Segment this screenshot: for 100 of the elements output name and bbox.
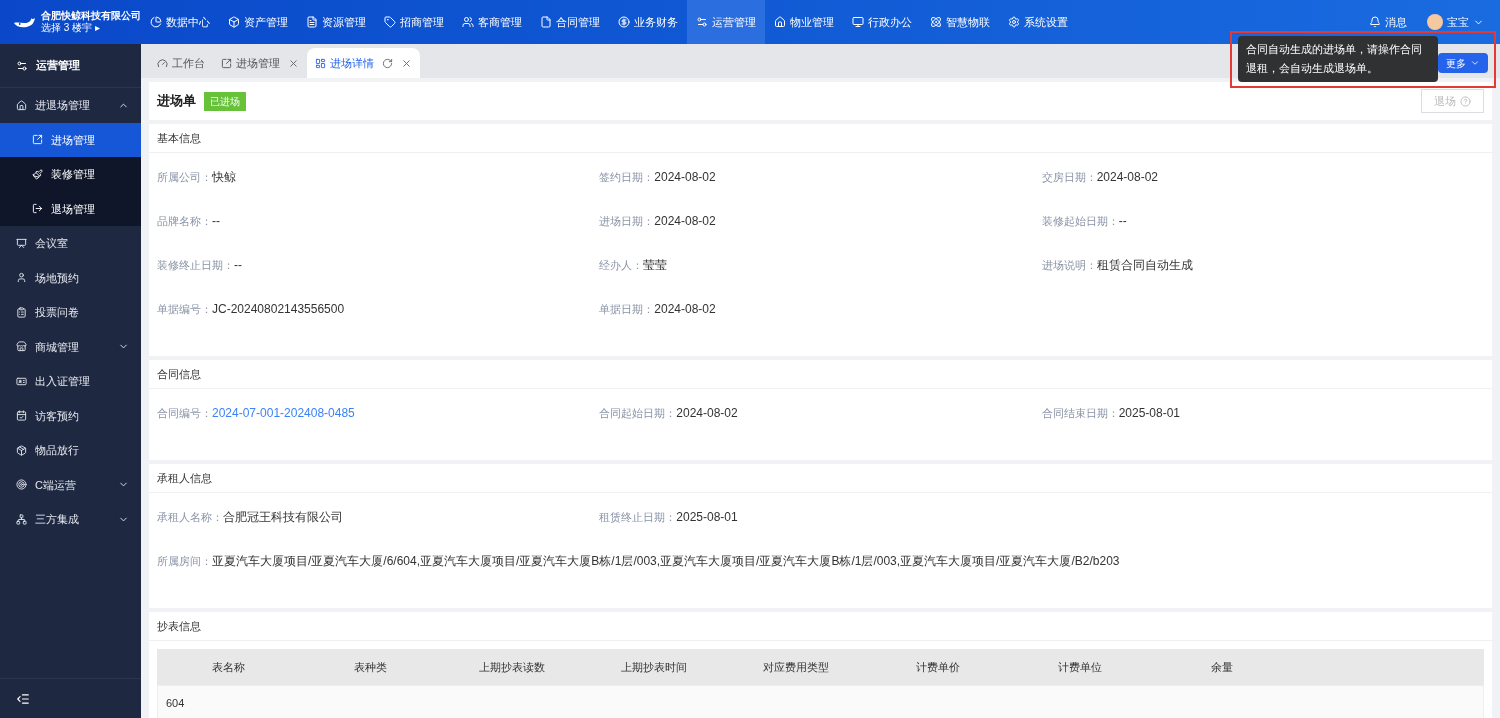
field-value: 2024-08-02 xyxy=(676,405,738,422)
bell-icon xyxy=(1369,16,1381,28)
module-icon xyxy=(16,59,28,72)
nav-item[interactable]: 资源管理 xyxy=(297,0,375,44)
field-value: 2025-08-01 xyxy=(1118,405,1181,422)
field-label: 单据编号： xyxy=(157,302,212,317)
status-tag: 已进场 xyxy=(204,91,246,111)
field-label: 进场日期： xyxy=(599,214,655,229)
nav-icon xyxy=(852,16,864,28)
menu-icon xyxy=(16,479,27,491)
menu-icon xyxy=(16,306,27,318)
field-value: 2024-08-02 xyxy=(1096,169,1159,186)
field-value: 2024-08-02 xyxy=(654,213,716,230)
nav-item[interactable]: 行政办公 xyxy=(843,0,921,44)
chevron-down-icon xyxy=(1470,58,1480,68)
page-tab[interactable]: 工作台 xyxy=(149,48,213,78)
field-value: 莹莹 xyxy=(643,257,668,274)
section-title: 承租人信息 xyxy=(157,470,212,486)
field-label: 交房日期： xyxy=(1041,170,1097,185)
nav-item[interactable]: 数据中心 xyxy=(141,0,219,44)
section-title: 抄表信息 xyxy=(157,618,201,634)
field-label: 进场说明： xyxy=(1041,258,1097,273)
menu-icon xyxy=(32,203,43,215)
page-title: 进场单 xyxy=(157,92,196,111)
column-header: 余量 xyxy=(1210,659,1234,675)
sidebar-subitem[interactable]: 退场管理 xyxy=(0,191,141,226)
sidebar-item[interactable]: 物品放行 xyxy=(0,433,141,468)
field-label: 签约日期： xyxy=(599,170,655,185)
nav-icon xyxy=(228,16,240,28)
field-label: 租赁终止日期： xyxy=(599,510,677,525)
menu-icon xyxy=(32,168,43,180)
nav-item[interactable]: 资产管理 xyxy=(219,0,297,44)
nav-item[interactable]: 合同管理 xyxy=(531,0,609,44)
messages-button[interactable]: 消息 xyxy=(1369,13,1407,31)
sidebar-item[interactable]: 场地预约 xyxy=(0,260,141,295)
column-header: 对应费用类型 xyxy=(762,659,830,675)
user-menu[interactable]: 宝宝 xyxy=(1427,13,1484,31)
nav-icon xyxy=(306,16,318,28)
field-label: 装修起始日期： xyxy=(1041,214,1119,229)
nav-icon xyxy=(384,16,396,28)
field-label: 合同起始日期： xyxy=(599,406,677,421)
sidebar-subitem[interactable]: 进场管理 xyxy=(0,122,141,157)
menu-icon xyxy=(32,134,43,146)
nav-item[interactable]: 运营管理 xyxy=(687,0,765,44)
tab-icon xyxy=(315,57,326,69)
nav-item[interactable]: 系统设置 xyxy=(999,0,1077,44)
field-label: 所属公司： xyxy=(157,170,212,185)
contract-link[interactable]: 2024-07-001-202408-0485 xyxy=(212,404,355,422)
field-label: 品牌名称： xyxy=(157,214,212,229)
field-label: 装修终止日期： xyxy=(157,258,234,273)
nav-item[interactable]: 招商管理 xyxy=(375,0,453,44)
field-label: 经办人： xyxy=(599,258,644,273)
page-tab[interactable]: 进场详情 xyxy=(307,48,420,78)
sidebar-subitem[interactable]: 装修管理 xyxy=(0,157,141,192)
sidebar-item[interactable]: 会议室 xyxy=(0,226,141,261)
field-value: 亚夏汽车大厦项目/亚夏汽车大厦/6/604,亚夏汽车大厦项目/亚夏汽车大厦B栋/1层/003,亚夏汽车大厦项目/亚夏汽车大厦B栋/1层/003,亚夏汽车大厦项目/亚夏汽车大厦/B2/b203 xyxy=(212,553,1120,570)
sidebar-item[interactable]: 访客预约 xyxy=(0,398,141,433)
nav-icon xyxy=(930,16,942,28)
sidebar-item[interactable]: 商城管理 xyxy=(0,329,141,364)
field-label: 合同结束日期： xyxy=(1041,406,1119,421)
menu-icon xyxy=(16,237,27,249)
sidebar-item[interactable]: 投票问卷 xyxy=(0,295,141,330)
more-button[interactable]: 更多 xyxy=(1438,53,1488,73)
table-cell-text: 604 xyxy=(165,695,186,711)
menu-icon xyxy=(16,410,27,422)
nav-icon xyxy=(150,16,162,28)
menu-icon xyxy=(16,341,27,353)
sidebar-item[interactable]: 出入证管理 xyxy=(0,364,141,399)
nav-item[interactable]: 物业管理 xyxy=(765,0,843,44)
tooltip: 合同自动生成的进场单，请操作合同退租，会自动生成退场单。 xyxy=(1238,36,1438,82)
section-title: 合同信息 xyxy=(157,366,201,382)
page-tab[interactable]: 进场管理 xyxy=(213,48,307,78)
nav-item[interactable]: 智慧物联 xyxy=(921,0,999,44)
sidebar-item[interactable]: 三方集成 xyxy=(0,502,141,537)
tab-icon xyxy=(221,57,232,69)
building-selector[interactable]: 选择 3 楼宇 ▸ xyxy=(41,22,141,35)
sidebar-item[interactable]: 进退场管理 xyxy=(0,88,141,123)
menu-icon xyxy=(16,375,27,387)
field-value: 快鲸 xyxy=(212,169,236,186)
nav-item[interactable]: 业务财务 xyxy=(609,0,687,44)
nav-icon xyxy=(774,16,786,28)
column-header: 上期抄表读数 xyxy=(478,659,546,675)
help-icon xyxy=(1460,95,1471,107)
column-header: 表名称 xyxy=(210,659,246,675)
collapse-menu-icon[interactable] xyxy=(16,691,30,706)
nav-icon xyxy=(462,16,474,28)
menu-icon xyxy=(16,99,27,111)
column-header: 上期抄表时间 xyxy=(620,659,688,675)
field-label: 所属房间： xyxy=(157,554,212,569)
field-label: 单据日期： xyxy=(599,302,655,317)
column-header: 计费单价 xyxy=(915,659,961,675)
sidebar-title: 运营管理 xyxy=(36,58,80,74)
sidebar-item[interactable]: C端运营 xyxy=(0,467,141,502)
nav-item[interactable]: 客商管理 xyxy=(453,0,531,44)
field-label: 合同编号： xyxy=(157,406,212,421)
field-value: -- xyxy=(212,213,220,230)
menu-icon xyxy=(16,272,27,284)
field-value: 合肥冠王科技有限公司 xyxy=(223,509,343,526)
nav-icon xyxy=(1008,16,1020,28)
field-value: 2024-08-02 xyxy=(654,169,716,186)
